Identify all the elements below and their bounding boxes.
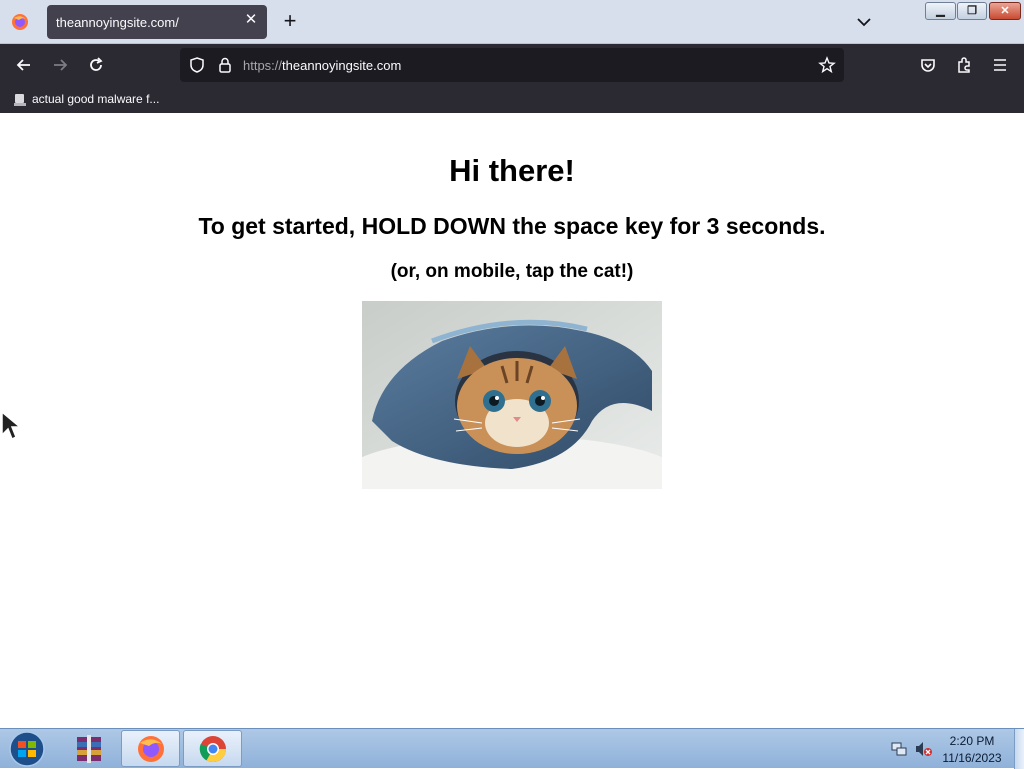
- restore-icon: ❐: [967, 5, 977, 17]
- bookmark-label: actual good malware f...: [32, 92, 160, 106]
- firefox-icon: [138, 736, 164, 762]
- tab-theannoyingsite[interactable]: theannoyingsite.com/ ✕: [47, 5, 267, 39]
- windows-taskbar: 2:20 PM 11/16/2023: [0, 728, 1024, 769]
- tab-strip: theannoyingsite.com/ ✕ + ▁ ❐ ✕: [0, 0, 1024, 44]
- star-icon[interactable]: [818, 56, 836, 74]
- start-button-icon[interactable]: [6, 730, 48, 768]
- restore-button[interactable]: ❐: [957, 2, 987, 20]
- window-controls: ▁ ❐ ✕: [925, 2, 1021, 20]
- taskbar-app-chrome[interactable]: [183, 730, 242, 767]
- tab-title: theannoyingsite.com/: [56, 15, 179, 30]
- lock-icon[interactable]: [216, 56, 234, 74]
- kitten-image[interactable]: [362, 301, 662, 489]
- minimize-icon: ▁: [936, 5, 945, 17]
- back-arrow-icon[interactable]: [14, 55, 34, 75]
- chevron-down-icon[interactable]: [855, 13, 873, 31]
- network-icon[interactable]: [891, 741, 907, 757]
- forward-arrow-icon[interactable]: [50, 55, 70, 75]
- system-tray: 2:20 PM 11/16/2023: [885, 729, 1024, 769]
- new-tab-icon[interactable]: +: [280, 10, 300, 32]
- url-text[interactable]: https://theannoyingsite.com: [243, 58, 401, 73]
- bookmarks-toolbar: actual good malware f...: [0, 86, 1024, 113]
- bookmark-favicon-icon: [14, 94, 26, 106]
- close-window-button[interactable]: ✕: [989, 2, 1021, 20]
- navigation-toolbar: https://theannoyingsite.com: [0, 44, 1024, 86]
- clock-date[interactable]: 11/16/2023: [937, 751, 1007, 765]
- page-content: Hi there! To get started, HOLD DOWN the …: [0, 113, 1024, 728]
- chrome-icon: [199, 736, 227, 763]
- taskbar-app-winrar[interactable]: [60, 730, 119, 767]
- reload-icon[interactable]: [86, 55, 106, 75]
- extensions-icon[interactable]: [954, 55, 974, 75]
- mobile-hint-text: (or, on mobile, tap the cat!): [390, 261, 634, 282]
- pocket-icon[interactable]: [918, 55, 938, 75]
- clock-time[interactable]: 2:20 PM: [937, 734, 1007, 748]
- shield-icon[interactable]: [188, 56, 206, 74]
- firefox-icon[interactable]: [10, 12, 30, 32]
- instructions-text: To get started, HOLD DOWN the space key …: [198, 213, 826, 239]
- minimize-button[interactable]: ▁: [925, 2, 956, 20]
- mouse-cursor-icon: [1, 411, 23, 441]
- page-heading: Hi there!: [449, 153, 575, 188]
- hamburger-menu-icon[interactable]: [990, 55, 1010, 75]
- show-desktop-button[interactable]: [1014, 729, 1024, 769]
- close-tab-icon[interactable]: ✕: [244, 12, 258, 27]
- volume-muted-icon[interactable]: [915, 741, 933, 757]
- close-icon: ✕: [1000, 5, 1010, 17]
- url-bar[interactable]: https://theannoyingsite.com: [180, 48, 844, 82]
- winrar-icon: [77, 735, 101, 763]
- taskbar-app-firefox[interactable]: [121, 730, 180, 767]
